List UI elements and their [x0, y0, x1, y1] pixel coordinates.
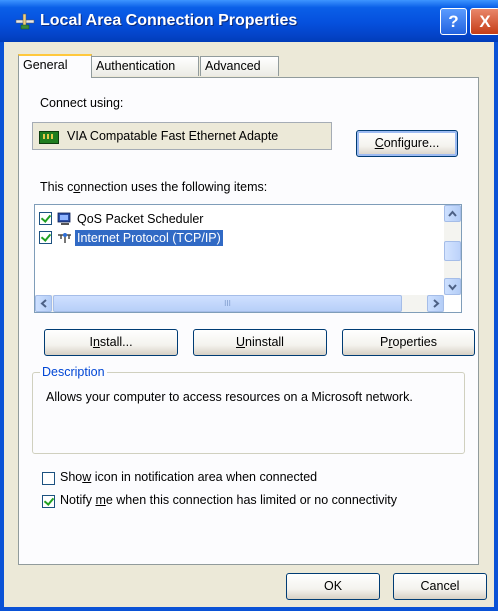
title-bar[interactable]: Local Area Connection Properties ? X — [0, 0, 498, 42]
cancel-button[interactable]: Cancel — [393, 573, 487, 600]
properties-button[interactable]: Properties — [342, 329, 475, 356]
help-button[interactable]: ? — [440, 8, 467, 35]
horizontal-scroll-thumb[interactable]: III — [53, 295, 402, 312]
install-button[interactable]: Install... — [44, 329, 178, 356]
description-text: Allows your computer to access resources… — [46, 390, 413, 404]
chevron-right-icon — [433, 299, 440, 308]
show-icon-checkbox[interactable] — [42, 472, 55, 485]
qos-label: QoS Packet Scheduler — [77, 212, 204, 226]
tab-authentication[interactable]: Authentication — [91, 56, 199, 76]
connect-using-label: Connect using: — [40, 96, 124, 110]
protocol-icon — [58, 233, 71, 243]
tcpip-label: Internet Protocol (TCP/IP) — [75, 230, 223, 246]
dialog-body: General Authentication Advanced Connect … — [4, 42, 494, 607]
network-connection-icon — [15, 13, 35, 30]
vertical-scroll-thumb[interactable] — [444, 241, 461, 261]
scheduler-icon — [57, 212, 71, 225]
show-icon-label[interactable]: Show icon in notification area when conn… — [60, 470, 317, 484]
notify-label[interactable]: Notify me when this connection has limit… — [60, 493, 397, 507]
properties-window: Local Area Connection Properties ? X Gen… — [0, 0, 498, 611]
scroll-down-button[interactable] — [444, 278, 461, 295]
adapter-name: VIA Compatable Fast Ethernet Adapte — [67, 129, 279, 143]
items-label: This connection uses the following items… — [40, 180, 268, 194]
uninstall-button[interactable]: Uninstall — [193, 329, 327, 356]
horizontal-scrollbar[interactable]: III — [35, 295, 444, 312]
description-title: Description — [40, 365, 107, 379]
close-button[interactable]: X — [470, 8, 498, 35]
network-adapter-icon — [39, 131, 59, 144]
tab-general[interactable]: General — [18, 54, 92, 78]
scroll-up-button[interactable] — [444, 205, 461, 222]
vertical-scrollbar[interactable] — [444, 205, 461, 295]
description-groupbox — [32, 372, 465, 454]
window-title: Local Area Connection Properties — [40, 12, 298, 29]
adapter-field: VIA Compatable Fast Ethernet Adapte — [32, 122, 332, 150]
chevron-left-icon — [40, 299, 47, 308]
notify-checkbox[interactable] — [42, 495, 55, 508]
chevron-up-icon — [448, 210, 457, 217]
tcpip-checkbox[interactable] — [39, 231, 52, 244]
scroll-left-button[interactable] — [35, 295, 52, 312]
chevron-down-icon — [448, 284, 457, 291]
components-listbox[interactable]: QoS Packet Scheduler Internet Protocol (… — [34, 204, 462, 313]
tab-advanced[interactable]: Advanced — [200, 56, 279, 76]
configure-button[interactable]: Configure... — [356, 130, 458, 157]
ok-button[interactable]: OK — [286, 573, 380, 600]
scroll-right-button[interactable] — [427, 295, 444, 312]
qos-checkbox[interactable] — [39, 212, 52, 225]
